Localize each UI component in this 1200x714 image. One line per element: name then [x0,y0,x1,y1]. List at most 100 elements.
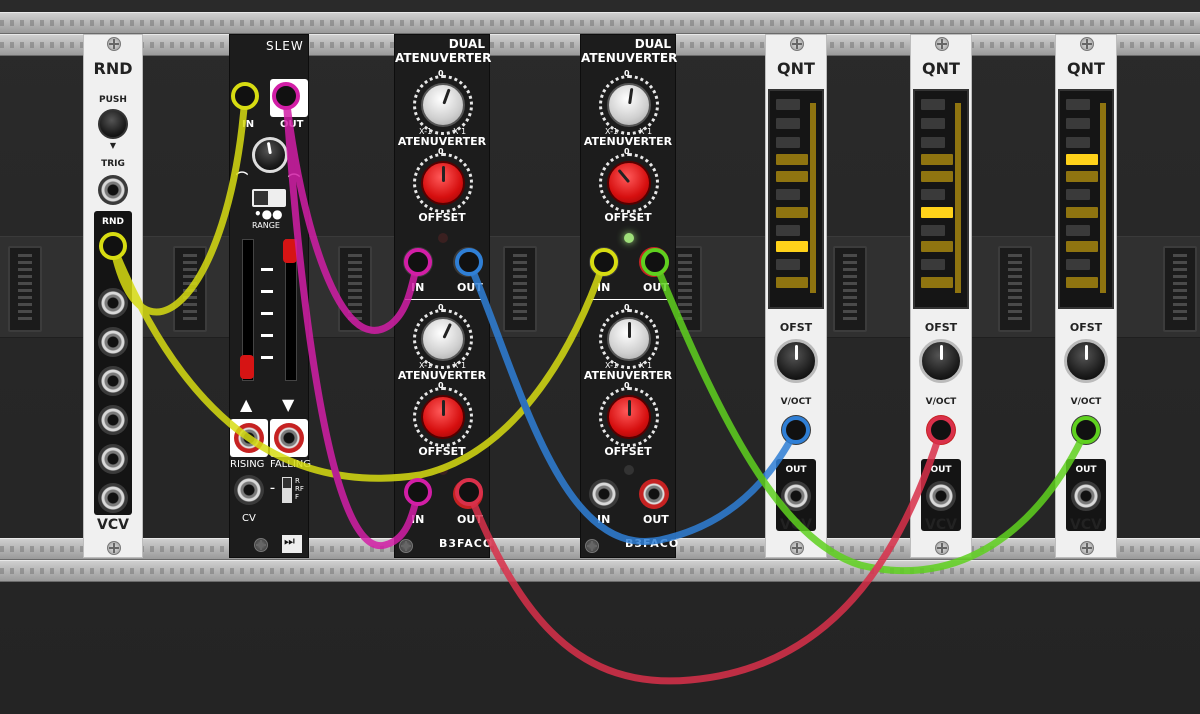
atenuverter-knob-2[interactable] [607,317,651,361]
cv-input-jack[interactable] [234,475,264,505]
out-jack-1[interactable] [453,247,483,277]
dual-atenuverter-2: DUAL ATENUVERTER 0 X-1 X 1 ATENUVERTER 0… [580,34,680,558]
ofst-label: OFST [924,321,958,334]
out-jack[interactable] [781,481,811,511]
note-key[interactable] [1066,277,1098,288]
note-key[interactable] [776,171,808,182]
note-key[interactable] [921,137,945,148]
out-jack[interactable] [926,481,956,511]
note-key[interactable] [1066,207,1098,218]
scale-zero-label: 0 [438,147,444,156]
note-key[interactable] [921,171,953,182]
ofst-label: OFST [779,321,813,334]
note-key[interactable] [921,154,953,165]
note-key[interactable] [921,241,953,252]
offset-knob-2[interactable] [607,395,651,439]
note-key[interactable] [1066,137,1090,148]
slew-title: SLEW [266,39,304,53]
rising-output-jack[interactable] [234,423,264,453]
note-key[interactable] [776,259,800,270]
note-key[interactable] [776,277,808,288]
note-key[interactable] [776,137,800,148]
quantizer-keyboard[interactable] [1058,89,1114,309]
output-jack-3[interactable] [98,327,128,357]
trig-input-jack[interactable] [98,175,128,205]
in-jack-1[interactable] [589,247,619,277]
note-key-active[interactable] [921,207,953,218]
note-key[interactable] [921,118,945,129]
output-jack-7[interactable] [98,483,128,513]
output-jack-5[interactable] [98,405,128,435]
out-jack-1[interactable] [639,247,669,277]
rising-slider-handle[interactable] [240,355,254,379]
note-key[interactable] [776,225,800,236]
falling-triangle-icon: ▼ [282,395,295,414]
note-key[interactable] [1066,99,1090,110]
quantizer-keyboard[interactable] [913,89,969,309]
offset-label-2: OFFSET [604,445,652,458]
voct-input-jack[interactable] [1071,415,1101,445]
offset-knob[interactable] [919,339,963,383]
screw-icon [585,539,599,553]
note-key[interactable] [1066,241,1098,252]
note-key[interactable] [921,99,945,110]
slew-knob[interactable] [252,137,288,173]
offset-knob[interactable] [1064,339,1108,383]
out-jack-2[interactable] [639,479,669,509]
mode-switch[interactable] [282,477,292,503]
push-button[interactable] [98,109,128,139]
note-key[interactable] [776,189,800,200]
note-key[interactable] [1066,189,1090,200]
note-key-active[interactable] [1066,154,1098,165]
output-jack-2[interactable] [98,288,128,318]
atenuverter-knob-1[interactable] [607,83,651,127]
note-key[interactable] [1066,171,1098,182]
qnt-module-1: QNT OFST V/OCT OUT VCV [765,34,827,558]
slider-scale [261,257,273,377]
rack-rail-bottom [0,560,1200,582]
offset-knob-2[interactable] [421,395,465,439]
output-jack-4[interactable] [98,366,128,396]
voct-input-jack[interactable] [781,415,811,445]
screw-icon [1080,37,1094,51]
dash-separator: – [270,483,275,494]
quantizer-keyboard[interactable] [768,89,824,309]
note-key[interactable] [1066,118,1090,129]
range-switch[interactable] [252,189,286,207]
out-jack[interactable] [1071,481,1101,511]
rack-rail-top [0,12,1200,34]
output-jack-6[interactable] [98,444,128,474]
dual-title: DUAL [634,37,671,51]
voct-input-jack[interactable] [926,415,956,445]
screw-icon [935,37,949,51]
in-jack-1[interactable] [403,247,433,277]
atenuverter-knob-1[interactable] [421,83,465,127]
note-key[interactable] [1066,225,1090,236]
screw-icon [790,541,804,555]
falling-output-jack[interactable] [274,423,304,453]
out-jack-2[interactable] [453,479,483,509]
in-jack-2[interactable] [589,479,619,509]
note-key[interactable] [776,118,800,129]
vcv-logo: VCV [1070,517,1102,533]
key-rail [955,103,961,293]
falling-slider-handle[interactable] [283,239,297,263]
offset-knob-1[interactable] [421,161,465,205]
note-key[interactable] [776,154,808,165]
voct-label: V/OCT [925,397,957,407]
note-key[interactable] [921,225,945,236]
note-key[interactable] [921,277,953,288]
atenuverter-knob-2[interactable] [421,317,465,361]
note-key[interactable] [921,189,945,200]
range-label: RANGE [252,221,280,230]
scale-zero-label: 0 [438,303,444,312]
mode-labels: R RF F [295,477,304,501]
note-key[interactable] [776,99,800,110]
note-key[interactable] [776,207,808,218]
note-key[interactable] [1066,259,1090,270]
offset-knob-1[interactable] [607,161,651,205]
note-key[interactable] [921,259,945,270]
note-key-active[interactable] [776,241,808,252]
befaco-logo: B3FACO [625,537,680,550]
offset-knob[interactable] [774,339,818,383]
